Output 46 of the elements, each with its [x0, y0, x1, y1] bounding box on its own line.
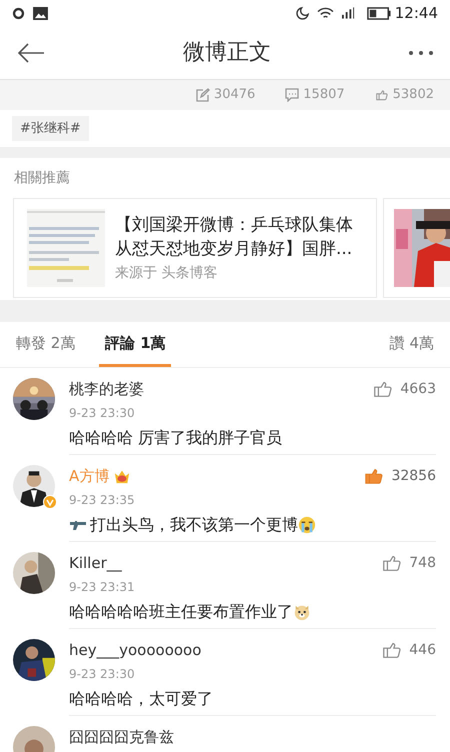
battery-icon — [366, 6, 391, 20]
comment-count[interactable]: 15807 — [285, 85, 345, 105]
tab[interactable]: 讚 4萬 — [390, 322, 434, 367]
verified-badge-icon — [43, 495, 57, 509]
comment-time: 9-23 23:35 — [69, 492, 136, 508]
more-icon[interactable] — [408, 50, 434, 56]
image-icon — [33, 6, 48, 20]
like-button[interactable]: 32856 — [363, 465, 436, 488]
tab[interactable]: 轉發 2萬 — [16, 322, 76, 367]
tab[interactable]: 評論 1萬 — [99, 322, 172, 367]
clock: 12:44 — [394, 2, 438, 24]
article-source: 来源于 头条博客 — [115, 264, 218, 282]
comment-text: 哈哈哈哈 厉害了我的胖子官员 — [69, 426, 282, 448]
username[interactable]: 桃李的老婆 — [69, 378, 144, 400]
comment-time: 9-23 23:30 — [69, 666, 136, 682]
comment-icon — [285, 88, 300, 102]
comment-time: 9-23 23:31 — [69, 578, 136, 596]
section-title: 相關推薦 — [13, 169, 71, 188]
wifi-icon — [316, 6, 334, 20]
moon-icon — [296, 6, 309, 20]
related-card[interactable]: 【刘国梁开微博：乒乓球队集体从怼天怼地变岁月静好】国胖... 来源于 头条博客 — [13, 198, 377, 298]
topic-tag[interactable]: #张继科# — [12, 116, 89, 142]
edit-icon — [196, 88, 210, 102]
related-card[interactable] — [383, 198, 450, 298]
like-button[interactable]: 446 — [381, 639, 436, 662]
signal-icon — [342, 7, 355, 19]
username[interactable]: Killer__ — [69, 552, 122, 574]
crown-icon — [113, 468, 132, 484]
crying-face-icon — [298, 516, 316, 534]
page-title: 微博正文 — [183, 39, 271, 67]
article-headline: 【刘国梁开微博：乒乓球队集体从怼天怼地变岁月静好】国胖... — [115, 214, 354, 260]
username[interactable]: hey___yoooooooo — [69, 639, 202, 662]
like-button[interactable]: 4663 — [372, 378, 436, 400]
like-button[interactable]: 748 — [381, 552, 436, 574]
username[interactable]: 囧囧囧囧克鲁兹 — [69, 726, 174, 748]
notification-icon — [12, 6, 25, 20]
comment-text: 哈哈哈哈哈班主任要布置作业了 — [69, 600, 293, 622]
comment-text: 打出头鸟，我不该第一个更博 — [90, 514, 298, 536]
dog-face-icon — [293, 602, 311, 620]
comment-text: 哈哈哈哈，太可爱了 — [69, 688, 213, 710]
like-count[interactable]: 53802 — [374, 85, 434, 105]
comment-time: 9-23 23:30 — [69, 404, 136, 422]
thumbs-up-icon — [374, 88, 389, 102]
username[interactable]: A方博 — [69, 465, 110, 488]
back-arrow-icon[interactable] — [17, 42, 45, 62]
repost-count[interactable]: 30476 — [196, 85, 256, 105]
